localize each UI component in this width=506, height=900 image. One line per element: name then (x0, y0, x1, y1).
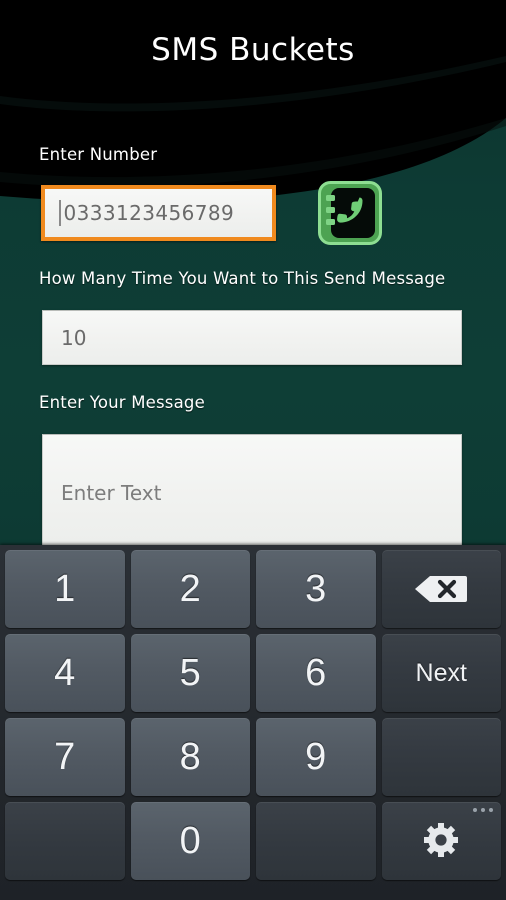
key-0-label: 0 (179, 820, 201, 862)
key-2[interactable]: 2 (130, 550, 250, 628)
message-textarea[interactable]: Enter Text (42, 434, 462, 546)
key-blank-top-right[interactable] (381, 718, 501, 796)
key-4[interactable]: 4 (5, 634, 125, 712)
key-5[interactable]: 5 (130, 634, 250, 712)
key-0[interactable]: 0 (130, 802, 250, 880)
key-6-label: 6 (305, 652, 327, 694)
keyboard-rows: 1 2 3 4 5 6 Next 7 8 9 0 (0, 550, 506, 886)
key-8-label: 8 (179, 736, 201, 778)
keyboard-row-2: 4 5 6 Next (0, 634, 506, 712)
key-7-label: 7 (54, 736, 76, 778)
key-8[interactable]: 8 (130, 718, 250, 796)
label-times-to-send: How Many Time You Want to This Send Mess… (39, 269, 446, 288)
key-9-label: 9 (305, 736, 327, 778)
numeric-keyboard: 1 2 3 4 5 6 Next 7 8 9 0 (0, 545, 506, 900)
gear-icon (424, 823, 459, 857)
key-3[interactable]: 3 (256, 550, 376, 628)
key-4-label: 4 (54, 652, 76, 694)
key-6[interactable]: 6 (256, 634, 376, 712)
times-input-value: 10 (61, 325, 87, 350)
label-enter-message: Enter Your Message (39, 393, 205, 412)
contact-picker-button[interactable] (318, 181, 382, 245)
keyboard-row-3: 7 8 9 (0, 718, 506, 796)
number-input[interactable]: 0333123456789 (41, 185, 276, 241)
key-settings[interactable] (381, 802, 501, 880)
key-5-label: 5 (179, 652, 201, 694)
key-blank-bottom-mid[interactable] (256, 802, 376, 880)
app-screen: SMS Buckets Enter Number 0333123456789 H… (0, 0, 506, 900)
page-title: SMS Buckets (151, 32, 355, 68)
keyboard-row-1: 1 2 3 (0, 550, 506, 628)
times-input[interactable]: 10 (42, 310, 462, 365)
number-input-value: 0333123456789 (63, 201, 235, 225)
key-1[interactable]: 1 (5, 550, 125, 628)
key-7[interactable]: 7 (5, 718, 125, 796)
key-1-label: 1 (54, 568, 76, 610)
label-enter-number: Enter Number (39, 145, 158, 164)
key-3-label: 3 (305, 568, 327, 610)
key-2-label: 2 (179, 568, 201, 610)
key-next-label: Next (415, 658, 467, 687)
key-9[interactable]: 9 (256, 718, 376, 796)
key-next[interactable]: Next (381, 634, 501, 712)
text-caret (59, 200, 61, 226)
contacts-phonebook-icon (318, 181, 382, 245)
keyboard-row-4: 0 (0, 802, 506, 880)
key-blank-bottom-left[interactable] (5, 802, 125, 880)
overflow-dots-icon (473, 808, 493, 812)
key-backspace[interactable] (381, 550, 501, 628)
message-placeholder: Enter Text (61, 481, 162, 505)
backspace-icon (415, 576, 468, 602)
